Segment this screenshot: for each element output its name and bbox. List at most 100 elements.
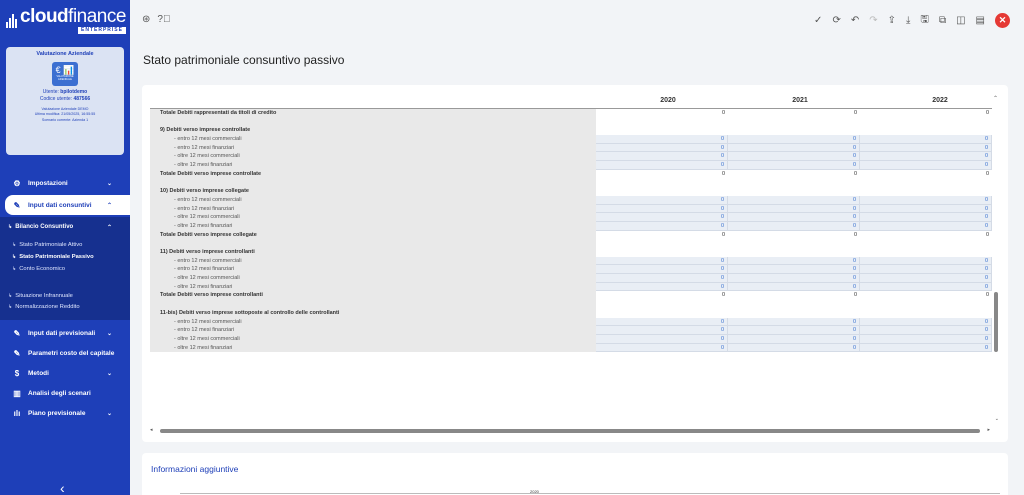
value-input-cell[interactable]: 0 [860,343,992,353]
value-input-cell[interactable]: 0 [728,265,860,275]
row-label: - oltre 12 mesi commerciali [150,334,596,344]
table-row: - entro 12 mesi finanziari 0 0 0 [150,265,992,275]
value-input-cell[interactable]: 0 [596,152,728,162]
nav-analisi[interactable]: ▥ Analisi degli scenari [0,383,130,403]
value-input-cell[interactable]: 0 [596,274,728,283]
value-input-cell[interactable]: 0 [596,317,728,327]
layout-icon[interactable]: ◫ [956,15,965,26]
value-input-cell[interactable]: 0 [728,152,860,162]
row-label: - entro 12 mesi finanziari [150,143,596,153]
profile-code: Codice utente: 487566 [39,96,91,102]
nav-impostazioni[interactable]: ⚙ Impostazioni ⌄ [0,173,130,193]
check-icon[interactable]: ✓ [814,15,822,26]
value-input-cell[interactable]: 0 [860,334,992,344]
value-input-cell[interactable]: 0 [860,152,992,162]
nav-metodi[interactable]: $ Metodi ⌄ [0,363,130,383]
value-input-cell[interactable]: 0 [596,143,728,153]
support-icon[interactable]: ⊛ [142,14,150,25]
close-button[interactable]: ✕ [995,13,1010,28]
undo-icon[interactable]: ↶ [851,15,859,26]
value-input-cell[interactable]: 0 [728,256,860,266]
value-input-cell[interactable]: 0 [728,213,860,222]
nav-bilancio-consuntivo[interactable]: ↳ Bilancio Consuntivo ⌃ [0,217,130,237]
nav-piano[interactable]: ılı Piano previsionale ⌄ [0,403,130,423]
report-icon[interactable]: ▤ [976,15,985,26]
value-input-cell[interactable]: 0 [860,213,992,222]
sub-item-conto-economico[interactable]: ↳ Conto Economico [0,263,130,275]
sub-item-sp-attivo[interactable]: ↳ Stato Patrimoniale Attivo [0,239,130,251]
value-input-cell[interactable]: 0 [596,213,728,222]
value-input-cell[interactable]: 0 [596,334,728,344]
value-input-cell[interactable]: 0 [860,135,992,144]
nav-input-previsionali[interactable]: ✎ Input dati previsionali ⌄ [0,323,130,343]
chevron-down-icon: ⌄ [106,180,112,187]
table-row: - entro 12 mesi finanziari 0 0 0 [150,143,992,153]
row-label: 11) Debiti verso imprese controllanti [150,248,596,257]
value-input-cell[interactable]: 0 [860,265,992,275]
redo-icon[interactable]: ↷ [869,15,877,26]
info-title: Informazioni aggiuntive [151,464,239,474]
vertical-scrollbar[interactable] [994,292,998,352]
row-label: - oltre 12 mesi commerciali [150,152,596,162]
value-input-cell[interactable]: 0 [728,135,860,144]
table-header: 2020 2021 2022 [150,95,992,109]
scroll-right-icon[interactable]: ▸ [987,427,990,433]
value-input-cell[interactable]: 0 [860,161,992,170]
horizontal-scrollbar[interactable]: ◂ ▸ [150,427,990,433]
value-input-cell[interactable]: 0 [728,317,860,327]
value-input-cell[interactable]: 0 [728,334,860,344]
value-input-cell[interactable]: 0 [728,343,860,353]
dollar-icon: $ [14,368,20,378]
value-input-cell[interactable]: 0 [728,326,860,335]
nav-parametri[interactable]: ✎ Parametri costo del capitale [0,343,130,363]
value-input-cell[interactable]: 0 [728,221,860,231]
value-input-cell[interactable]: 0 [596,282,728,292]
download-icon[interactable]: ⤓ [906,15,910,26]
nav-input-consuntivi[interactable]: ✎ Input dati consuntivi ⌃ [5,195,130,215]
value-input-cell[interactable]: 0 [596,204,728,214]
profile-title: Valutazione Aziendale [36,51,94,57]
value-input-cell[interactable]: 0 [860,204,992,214]
value-input-cell[interactable]: 0 [860,282,992,292]
value-input-cell[interactable]: 0 [596,135,728,144]
nav-label: Analisi degli scenari [28,389,91,397]
save-icon[interactable]: 🖫 [920,12,929,29]
value-input-cell[interactable]: 0 [596,256,728,266]
value-input-cell[interactable]: 0 [860,143,992,153]
row-label: - oltre 12 mesi finanziari [150,221,596,231]
value-input-cell[interactable]: 0 [728,282,860,292]
value-input-cell[interactable]: 0 [596,343,728,353]
value-input-cell[interactable]: 0 [860,195,992,205]
value-input-cell[interactable]: 0 [728,274,860,283]
value-input-cell[interactable]: 0 [728,204,860,214]
value-cell [596,248,728,257]
value-input-cell[interactable]: 0 [596,326,728,335]
value-input-cell[interactable]: 0 [860,326,992,335]
nav-menu: ⚙ Impostazioni ⌄ ✎ Input dati consuntivi… [0,173,130,423]
scroll-down-icon[interactable]: ⌄ [995,416,999,422]
nav-normalizzazione[interactable]: ↳ Normalizzazione Reddito [0,301,130,312]
gear-icon: ⚙ [13,178,21,188]
sub-item-sp-passivo[interactable]: ↳ Stato Patrimoniale Passivo [0,251,130,263]
value-input-cell[interactable]: 0 [860,221,992,231]
refresh-icon[interactable]: ⟳ [832,15,840,26]
total-row: Totale Debiti verso imprese controllate 0… [150,169,992,179]
value-input-cell[interactable]: 0 [596,265,728,275]
nav-situazione[interactable]: ↳ Situazione Infrannuale [0,290,130,301]
value-input-cell[interactable]: 0 [860,274,992,283]
value-input-cell[interactable]: 0 [860,256,992,266]
table-row: - oltre 12 mesi commerciali 0 0 0 [150,334,992,344]
collapse-sidebar-icon[interactable]: ‹ [60,480,65,495]
upload-icon[interactable]: ⇪ [888,15,896,26]
copy-icon[interactable]: ⧉ [939,15,946,26]
value-input-cell[interactable]: 0 [728,143,860,153]
value-input-cell[interactable]: 0 [728,161,860,170]
value-input-cell[interactable]: 0 [596,221,728,231]
scroll-up-icon[interactable]: ⌃ [993,95,998,102]
help-icon[interactable]: ?⃝ [157,14,170,25]
value-input-cell[interactable]: 0 [596,161,728,170]
scroll-left-icon[interactable]: ◂ [150,427,153,433]
value-input-cell[interactable]: 0 [860,317,992,327]
value-input-cell[interactable]: 0 [596,195,728,205]
value-input-cell[interactable]: 0 [728,195,860,205]
